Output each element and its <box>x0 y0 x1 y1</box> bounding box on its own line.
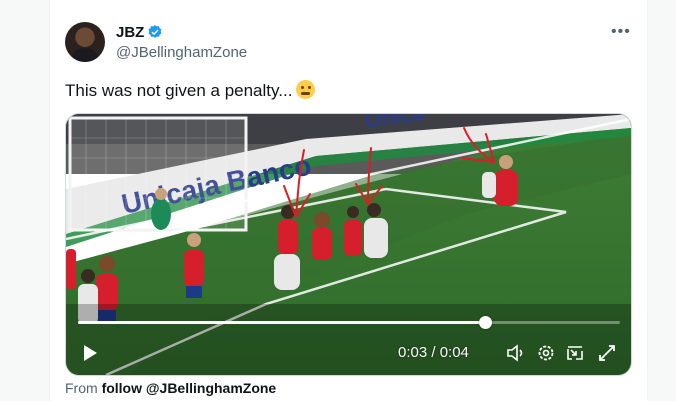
source-attribution: From follow @JBellinghamZone <box>65 380 276 396</box>
pip-icon[interactable] <box>565 343 585 363</box>
video-progress-fill <box>78 321 485 324</box>
video-progress-bar[interactable] <box>78 316 620 329</box>
tweet-card[interactable]: JBZ @JBellinghamZone ••• This was not gi… <box>49 0 648 401</box>
tweet-body: This was not given a penalty... <box>65 81 293 100</box>
video-progress-thumb[interactable] <box>478 316 492 329</box>
author-handle[interactable]: @JBellinghamZone <box>116 44 247 61</box>
zipper-mouth-emoji-icon <box>296 80 316 99</box>
avatar[interactable] <box>65 22 105 62</box>
verified-badge-icon <box>148 25 162 38</box>
source-prefix: From <box>65 380 98 396</box>
more-options-icon[interactable]: ••• <box>611 23 631 41</box>
fullscreen-icon[interactable] <box>597 343 617 363</box>
tweet-text: This was not given a penalty... <box>65 80 316 101</box>
source-link[interactable]: follow @JBellinghamZone <box>102 380 277 396</box>
play-icon[interactable] <box>80 343 100 363</box>
author-name[interactable]: JBZ <box>116 24 144 41</box>
volume-icon[interactable] <box>506 343 526 363</box>
video-player[interactable]: Unicaja Banco Unica 0:03 / 0:04 <box>65 113 632 376</box>
video-time: 0:03 / 0:04 <box>398 344 469 361</box>
settings-icon[interactable] <box>536 343 556 363</box>
video-frame: Unicaja Banco Unica <box>66 114 631 375</box>
